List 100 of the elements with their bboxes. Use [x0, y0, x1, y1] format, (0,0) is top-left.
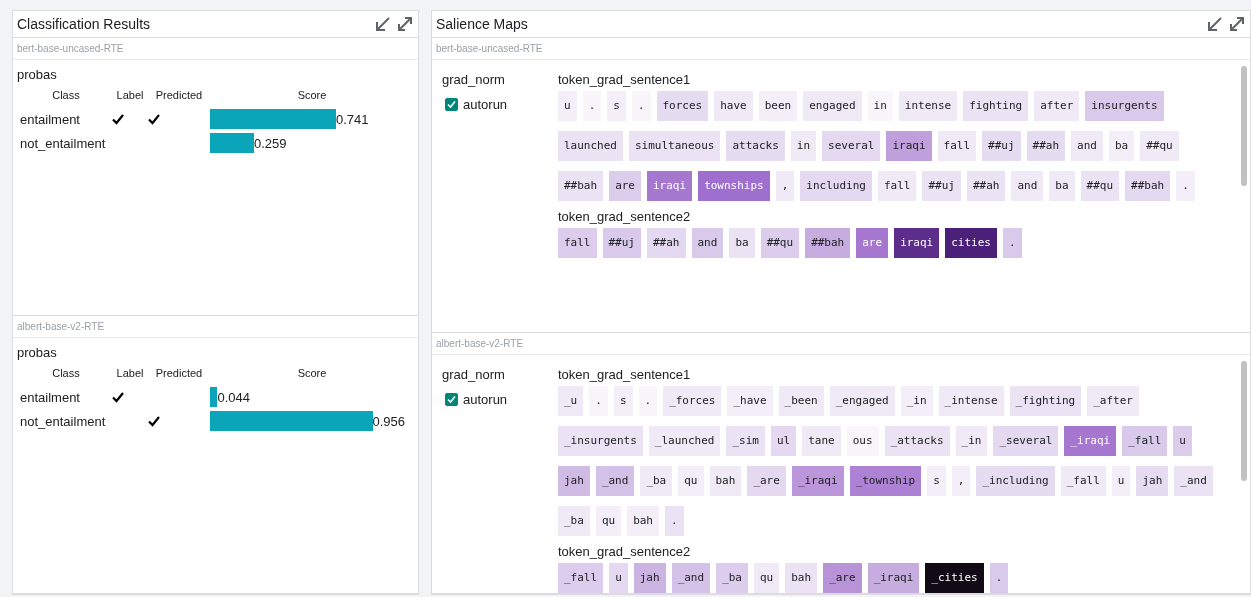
- token-chip: ##qu: [1140, 131, 1179, 161]
- field-name: token_grad_sentence1: [558, 72, 692, 87]
- token-chip: _and: [671, 563, 711, 593]
- checkbox-label: autorun: [463, 97, 508, 112]
- field-name: probas: [17, 345, 58, 360]
- token-chip: _insurgents: [558, 426, 643, 456]
- score-value: 0.044: [217, 389, 250, 405]
- token-chip: u: [1111, 466, 1131, 496]
- token-chip: u: [609, 563, 628, 593]
- token-chip: _sim: [726, 426, 765, 456]
- token-chip: _iraqi: [867, 563, 920, 593]
- token-chip: _u: [558, 386, 584, 416]
- method-name: grad_norm: [442, 367, 506, 382]
- collapse-icon[interactable]: [374, 15, 392, 33]
- token-chip: .: [1176, 171, 1195, 201]
- token-chip: bah: [785, 563, 818, 593]
- token-chip: jah: [633, 563, 666, 593]
- token-chip: ##uj: [922, 171, 961, 201]
- checkbox-icon[interactable]: [445, 393, 458, 406]
- token-chip: ous: [846, 426, 879, 456]
- token-chip: _ba: [558, 506, 590, 536]
- token-chip: _forces: [663, 386, 722, 416]
- token-chip: ##uj: [982, 131, 1021, 161]
- token-chip: and: [1011, 171, 1044, 201]
- token-chip: _fighting: [1009, 386, 1082, 416]
- token-chip: .: [582, 91, 602, 121]
- token-chip: s: [607, 91, 626, 121]
- field-name: token_grad_sentence1: [558, 367, 692, 382]
- token-chip: fall: [937, 131, 977, 161]
- class-cell-text: not_entailment: [20, 413, 107, 429]
- token-chip: ##qu: [760, 228, 800, 258]
- autorun-checkbox[interactable]: autorun: [442, 392, 558, 407]
- field-name: token_grad_sentence2: [558, 544, 692, 559]
- token-chip: ,: [951, 466, 971, 496]
- token-chip: iraqi: [894, 228, 940, 258]
- token-chip: simultaneous: [629, 131, 721, 161]
- token-chip: u: [1173, 426, 1192, 456]
- token-chip: _been: [778, 386, 824, 416]
- token-chip: several: [822, 131, 881, 161]
- autorun-checkbox[interactable]: autorun: [442, 97, 558, 112]
- field-name: probas: [17, 67, 58, 82]
- checkbox-label: autorun: [463, 392, 508, 407]
- token-chip: _launched: [648, 426, 721, 456]
- token-chip: _engaged: [829, 386, 895, 416]
- token-chip: _ba: [640, 466, 673, 496]
- token-chip: fall: [558, 228, 597, 258]
- model-name: bert-base-uncased-RTE: [13, 38, 418, 60]
- panel-title: Salience Maps: [436, 16, 528, 32]
- scrollbar[interactable]: [1241, 361, 1247, 481]
- token-chip: _attacks: [884, 426, 950, 456]
- score-bar: [210, 387, 218, 407]
- model-name: bert-base-uncased-RTE: [432, 38, 1250, 60]
- token-chip: fall: [877, 171, 917, 201]
- score-bar: [210, 133, 254, 153]
- scrollbar[interactable]: [1241, 66, 1247, 186]
- class-cell-text: not_entailment: [20, 135, 107, 151]
- score-value: 0.956: [372, 413, 406, 429]
- token-chip: ##ah: [1026, 131, 1066, 161]
- token-chip: including: [800, 171, 872, 201]
- column-header: Label: [115, 89, 145, 101]
- score-value: 0.741: [335, 111, 369, 127]
- token-chip: intense: [898, 91, 958, 121]
- column-header: Score: [296, 89, 328, 101]
- token-chip: ,: [775, 171, 795, 201]
- token-chip: ##bah: [805, 228, 851, 258]
- token-chip: qu: [678, 466, 704, 496]
- expand-icon[interactable]: [396, 15, 414, 33]
- token-chip: _in: [955, 426, 988, 456]
- token-chip: jah: [558, 466, 590, 496]
- token-chip: forces: [656, 91, 709, 121]
- token-chip: ##qu: [1080, 171, 1120, 201]
- token-chip: _and: [595, 466, 635, 496]
- token-chip: jah: [1136, 466, 1169, 496]
- collapse-icon[interactable]: [1206, 15, 1224, 33]
- token-chip: _township: [849, 466, 922, 496]
- checkbox-icon[interactable]: [445, 98, 458, 111]
- token-chip: .: [589, 386, 608, 416]
- token-chip: ##bah: [558, 171, 604, 201]
- token-chip: ba: [1108, 131, 1135, 161]
- token-chip: _iraqi: [791, 466, 844, 496]
- token-chip: ba: [1049, 171, 1075, 201]
- expand-icon[interactable]: [1228, 15, 1246, 33]
- token-chip: _several: [993, 426, 1059, 456]
- column-header: Class: [51, 89, 81, 101]
- panel-title: Classification Results: [17, 16, 151, 32]
- token-chip: after: [1034, 91, 1080, 121]
- column-header: Label: [115, 367, 145, 379]
- token-chip: _ba: [716, 563, 748, 593]
- token-chip: bah: [627, 506, 659, 536]
- token-chip: insurgents: [1085, 91, 1164, 121]
- column-header: Score: [296, 367, 328, 379]
- token-chip: _are: [823, 563, 862, 593]
- token-chip: ##ah: [966, 171, 1006, 201]
- model-name: albert-base-v2-RTE: [13, 316, 418, 338]
- token-chip: .: [631, 91, 651, 121]
- token-chip: townships: [698, 171, 770, 201]
- token-chip: qu: [595, 506, 622, 536]
- token-chip: ##uj: [602, 228, 641, 258]
- token-chip: _fall: [1060, 466, 1106, 496]
- token-chip: are: [609, 171, 641, 201]
